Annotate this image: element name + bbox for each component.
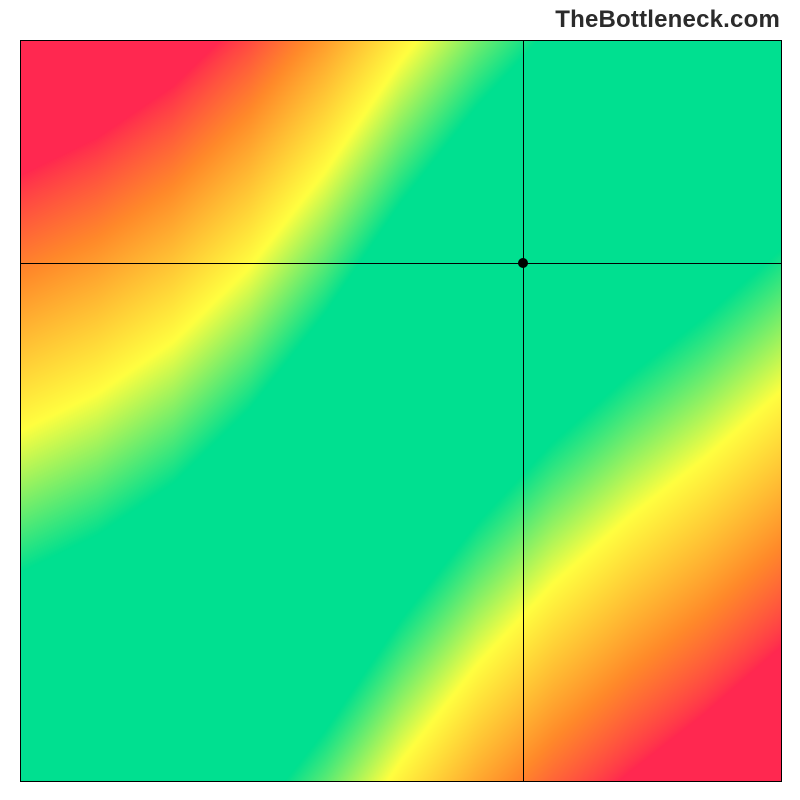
plot-area: [20, 40, 782, 782]
crosshair-vertical: [523, 41, 524, 781]
watermark-text: TheBottleneck.com: [555, 6, 780, 34]
crosshair-horizontal: [21, 263, 781, 264]
chart-container: TheBottleneck.com: [0, 0, 800, 800]
crosshair-marker: [518, 258, 528, 268]
heatmap-canvas: [21, 41, 781, 781]
